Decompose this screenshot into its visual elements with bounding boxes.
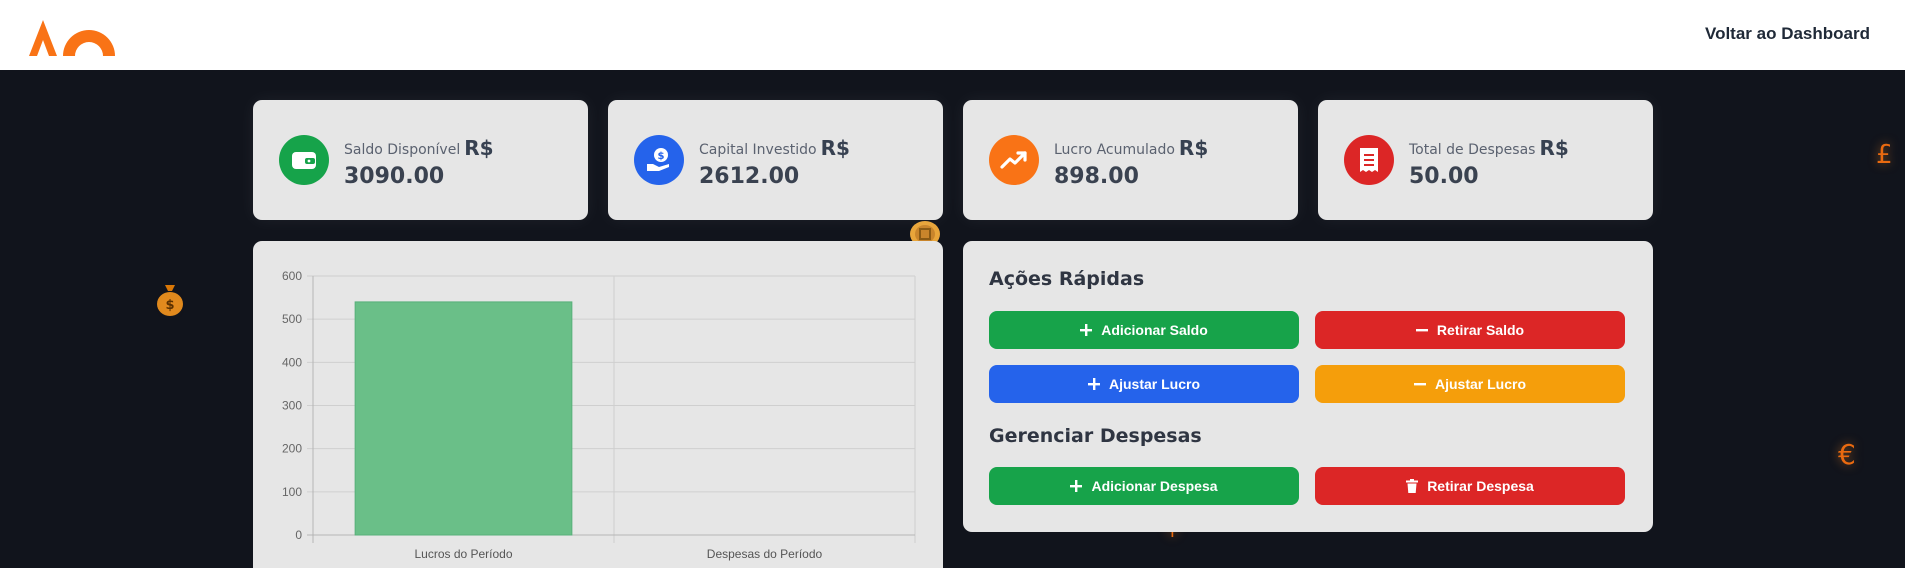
currency-symbol: R$	[1539, 136, 1569, 160]
x-tick-label: Despesas do Período	[707, 547, 823, 561]
stat-label: Saldo Disponível	[344, 142, 461, 158]
stat-value: 898.00	[1054, 164, 1139, 189]
trending-up-icon	[989, 135, 1039, 185]
stat-card-despesas: Total de Despesas R$ 50.00	[1318, 100, 1653, 220]
quick-actions-card: Ações Rápidas Adicionar Saldo Retirar Sa…	[963, 241, 1653, 532]
button-label: Retirar Saldo	[1436, 322, 1525, 338]
plus-icon	[1087, 378, 1100, 390]
adjust-profit-up-button[interactable]: Ajustar Lucro	[989, 365, 1299, 403]
y-tick-label: 100	[282, 485, 302, 499]
receipt-icon	[1344, 135, 1394, 185]
button-label: Adicionar Saldo	[1101, 322, 1208, 338]
minus-icon	[1415, 324, 1428, 336]
stat-value: 3090.00	[344, 164, 445, 189]
back-to-dashboard-link[interactable]: Voltar ao Dashboard	[1705, 24, 1870, 44]
withdraw-balance-button[interactable]: Retirar Saldo	[1315, 311, 1625, 349]
brand-logo[interactable]	[29, 16, 149, 56]
bar	[354, 301, 573, 536]
stat-card-capital: $ Capital Investido R$ 2612.00	[608, 100, 943, 220]
wallet-icon	[279, 135, 329, 185]
svg-text:$: $	[658, 151, 665, 162]
stat-card-lucro: Lucro Acumulado R$ 898.00	[963, 100, 1298, 220]
plus-icon	[1080, 324, 1093, 336]
y-tick-label: 500	[282, 312, 302, 326]
currency-symbol: R$	[820, 136, 850, 160]
button-label: Ajustar Lucro	[1108, 376, 1200, 392]
x-tick-label: Lucros do Período	[414, 547, 512, 561]
currency-symbol: R$	[464, 136, 494, 160]
currency-symbol: R$	[1178, 136, 1209, 160]
svg-text:$: $	[165, 298, 174, 313]
add-balance-button[interactable]: Adicionar Saldo	[989, 311, 1299, 349]
quick-actions-title: Ações Rápidas	[989, 268, 1145, 290]
stat-card-saldo: Saldo Disponível R$ 3090.00	[253, 100, 588, 220]
stat-value: 2612.00	[699, 164, 800, 189]
stat-label: Total de Despesas	[1409, 142, 1536, 158]
euro-icon: €	[1838, 438, 1856, 471]
y-tick-label: 200	[282, 442, 302, 456]
y-tick-label: 400	[282, 355, 302, 369]
button-label: Adicionar Despesa	[1091, 478, 1218, 494]
chart-card: 0 100 200 300 400 500 600 Lucros do Período Desp…	[253, 241, 943, 568]
adjust-profit-down-button[interactable]: Ajustar Lucro	[1315, 365, 1625, 403]
stat-value: 50.00	[1409, 164, 1479, 189]
y-tick-label: 0	[295, 528, 302, 542]
money-bag-icon: $	[157, 285, 183, 316]
stat-label: Lucro Acumulado	[1054, 142, 1175, 158]
hand-coin-icon: $	[634, 135, 684, 185]
stat-label: Capital Investido	[699, 142, 817, 158]
manage-expenses-title: Gerenciar Despesas	[989, 425, 1202, 447]
minus-icon	[1413, 378, 1426, 390]
top-navbar: Voltar ao Dashboard	[0, 0, 1905, 70]
trash-icon	[1406, 479, 1419, 493]
button-label: Ajustar Lucro	[1434, 376, 1526, 392]
add-expense-button[interactable]: Adicionar Despesa	[989, 467, 1299, 505]
pound-icon: £	[1876, 140, 1893, 170]
button-label: Retirar Despesa	[1427, 478, 1534, 494]
plus-icon	[1070, 480, 1083, 492]
remove-expense-button[interactable]: Retirar Despesa	[1315, 467, 1625, 505]
bar-chart: 0 100 200 300 400 500 600 Lucros do Período Desp…	[282, 269, 916, 561]
y-tick-label: 300	[282, 399, 302, 413]
y-tick-label: 600	[282, 269, 302, 283]
